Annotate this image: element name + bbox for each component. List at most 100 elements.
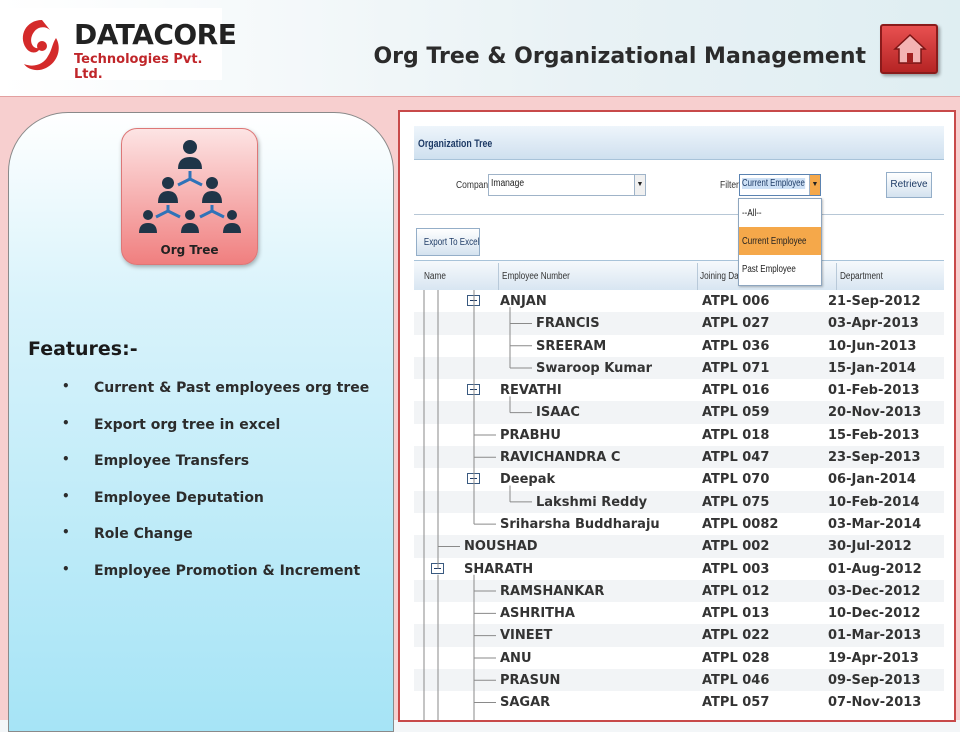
home-button[interactable] bbox=[880, 24, 938, 74]
table-row[interactable]: PRABHU ATPL 018 15-Feb-2013 bbox=[414, 423, 944, 447]
employee-number: ATPL 027 bbox=[702, 316, 770, 332]
employee-name: FRANCIS bbox=[536, 316, 600, 332]
table-row[interactable]: NOUSHAD ATPL 002 30-Jul-2012 bbox=[414, 535, 944, 558]
company-logo: DATACORE Technologies Pvt. Ltd. bbox=[6, 8, 237, 82]
employee-number: ATPL 059 bbox=[702, 405, 770, 421]
employee-number: ATPL 075 bbox=[702, 494, 770, 510]
table-row[interactable]: SHARATH ATPL 003 01-Aug-2012 bbox=[414, 557, 944, 580]
table-row[interactable]: ASHRITHA ATPL 013 10-Dec-2012 bbox=[414, 602, 944, 625]
org-tree-window: Organization Tree Company Imanage ▼ Filt… bbox=[414, 126, 944, 720]
export-excel-button[interactable]: Export To Excel bbox=[416, 228, 480, 256]
employee-name: VINEET bbox=[500, 628, 553, 644]
table-row[interactable]: RAMSHANKAR ATPL 012 03-Dec-2012 bbox=[414, 579, 944, 603]
joining-date: 15-Feb-2013 bbox=[828, 427, 920, 443]
employee-number: ATPL 028 bbox=[702, 650, 770, 666]
filter-label: Filter bbox=[720, 180, 739, 191]
retrieve-button[interactable]: Retrieve bbox=[886, 172, 932, 198]
filter-option-past[interactable]: Past Employee bbox=[739, 255, 821, 283]
column-separator bbox=[697, 263, 698, 291]
column-header-department[interactable]: Department bbox=[840, 271, 883, 282]
collapse-icon[interactable] bbox=[467, 473, 480, 485]
employee-name: SAGAR bbox=[500, 695, 551, 711]
dropdown-arrow-icon[interactable]: ▼ bbox=[634, 175, 645, 195]
employee-number: ATPL 016 bbox=[702, 383, 770, 399]
company-select-value: Imanage bbox=[491, 178, 525, 189]
joining-date: 07-Nov-2013 bbox=[828, 695, 922, 711]
filter-option-label: Past Employee bbox=[742, 264, 796, 275]
employee-number: ATPL 047 bbox=[702, 450, 770, 466]
collapse-icon[interactable] bbox=[431, 562, 444, 574]
table-row[interactable]: SAGAR ATPL 057 07-Nov-2013 bbox=[414, 691, 944, 714]
table-row[interactable]: Swaroop Kumar ATPL 071 15-Jan-2014 bbox=[414, 356, 944, 380]
column-header-name[interactable]: Name bbox=[424, 271, 446, 282]
employee-name: ISAAC bbox=[536, 405, 580, 421]
collapse-icon[interactable] bbox=[467, 384, 480, 396]
features-title: Features:- bbox=[28, 338, 138, 360]
org-tree-tile[interactable]: Org Tree bbox=[121, 128, 258, 265]
filter-option-current[interactable]: Current Employee bbox=[739, 227, 821, 255]
employee-number: ATPL 002 bbox=[702, 539, 770, 555]
header: DATACORE Technologies Pvt. Ltd. Org Tree… bbox=[0, 0, 960, 96]
table-row[interactable]: ANU ATPL 028 19-Apr-2013 bbox=[414, 646, 944, 670]
collapse-icon[interactable] bbox=[467, 295, 480, 306]
list-item: Employee Deputation bbox=[62, 489, 369, 527]
page-title: Org Tree & Organizational Management bbox=[373, 44, 866, 69]
table-row[interactable]: FRANCIS ATPL 027 03-Apr-2013 bbox=[414, 312, 944, 335]
column-separator bbox=[836, 263, 837, 291]
table-row[interactable]: Sriharsha Buddharaju ATPL 0082 03-Mar-2014 bbox=[414, 512, 944, 536]
list-item: Export org tree in excel bbox=[62, 416, 369, 454]
employee-name: PRABHU bbox=[500, 427, 561, 443]
table-row[interactable]: ISAAC ATPL 059 20-Nov-2013 bbox=[414, 401, 944, 424]
employee-name: Lakshmi Reddy bbox=[536, 494, 648, 510]
table-row[interactable]: SREERAM ATPL 036 10-Jun-2013 bbox=[414, 334, 944, 357]
toolbar-divider bbox=[414, 214, 944, 215]
joining-date: 06-Jan-2014 bbox=[828, 472, 916, 488]
employee-number: ATPL 0082 bbox=[702, 516, 779, 532]
home-icon bbox=[893, 33, 927, 64]
table-row[interactable]: REVATHI ATPL 016 01-Feb-2013 bbox=[414, 379, 944, 402]
employee-number: ATPL 071 bbox=[702, 360, 770, 376]
joining-date: 01-Mar-2013 bbox=[828, 628, 922, 644]
table-row[interactable]: Lakshmi Reddy ATPL 075 10-Feb-2014 bbox=[414, 490, 944, 513]
joining-date: 23-Sep-2013 bbox=[828, 450, 921, 466]
list-item: Current & Past employees org tree bbox=[62, 379, 369, 417]
employee-name: Sriharsha Buddharaju bbox=[500, 516, 660, 532]
joining-date: 03-Dec-2012 bbox=[828, 583, 921, 599]
table-row[interactable]: PRASUN ATPL 046 09-Sep-2013 bbox=[414, 669, 944, 692]
employee-number: ATPL 046 bbox=[702, 673, 770, 689]
org-tree-icon bbox=[139, 140, 241, 233]
dropdown-arrow-icon[interactable]: ▼ bbox=[809, 175, 820, 195]
table-row[interactable]: ANJAN ATPL 006 21-Sep-2012 bbox=[414, 290, 944, 313]
grid-header: Name Employee Number Joining Date Depart… bbox=[414, 260, 944, 292]
column-header-employee-number[interactable]: Employee Number bbox=[502, 271, 570, 282]
employee-number: ATPL 057 bbox=[702, 695, 770, 711]
employee-name: Swaroop Kumar bbox=[536, 360, 653, 376]
joining-date: 15-Jan-2014 bbox=[828, 360, 916, 376]
table-row[interactable]: VINEET ATPL 022 01-Mar-2013 bbox=[414, 624, 944, 647]
company-name: DATACORE bbox=[74, 18, 237, 51]
employee-name: SREERAM bbox=[536, 338, 607, 354]
grid-body: ANJAN ATPL 006 21-Sep-2012 FRANCIS ATPL 027 0… bbox=[414, 290, 944, 714]
employee-name: RAMSHANKAR bbox=[500, 583, 605, 599]
employee-name: SHARATH bbox=[464, 561, 534, 577]
window-header: Organization Tree bbox=[414, 126, 944, 160]
employee-number: ATPL 036 bbox=[702, 338, 770, 354]
joining-date: 03-Apr-2013 bbox=[828, 316, 919, 332]
window-title: Organization Tree bbox=[418, 138, 493, 150]
employee-number: ATPL 012 bbox=[702, 583, 770, 599]
table-row[interactable]: RAVICHANDRA C ATPL 047 23-Sep-2013 bbox=[414, 446, 944, 469]
company-subtitle: Technologies Pvt. Ltd. bbox=[74, 52, 203, 82]
list-item: Employee Promotion & Increment bbox=[62, 562, 369, 600]
table-row[interactable]: Deepak ATPL 070 06-Jan-2014 bbox=[414, 468, 944, 491]
joining-date: 01-Feb-2013 bbox=[828, 383, 920, 399]
joining-date: 09-Sep-2013 bbox=[828, 673, 921, 689]
filter-select[interactable]: Current Employee ▼ bbox=[739, 174, 821, 196]
employee-number: ATPL 070 bbox=[702, 472, 770, 488]
filter-dropdown-menu: --All-- Current Employee Past Employee bbox=[738, 198, 822, 286]
joining-date: 03-Mar-2014 bbox=[828, 516, 922, 532]
joining-date: 10-Dec-2012 bbox=[828, 606, 921, 622]
employee-name: PRASUN bbox=[500, 673, 561, 689]
company-select[interactable]: Imanage ▼ bbox=[488, 174, 646, 196]
filter-option-all[interactable]: --All-- bbox=[739, 199, 821, 227]
joining-date: 20-Nov-2013 bbox=[828, 405, 922, 421]
